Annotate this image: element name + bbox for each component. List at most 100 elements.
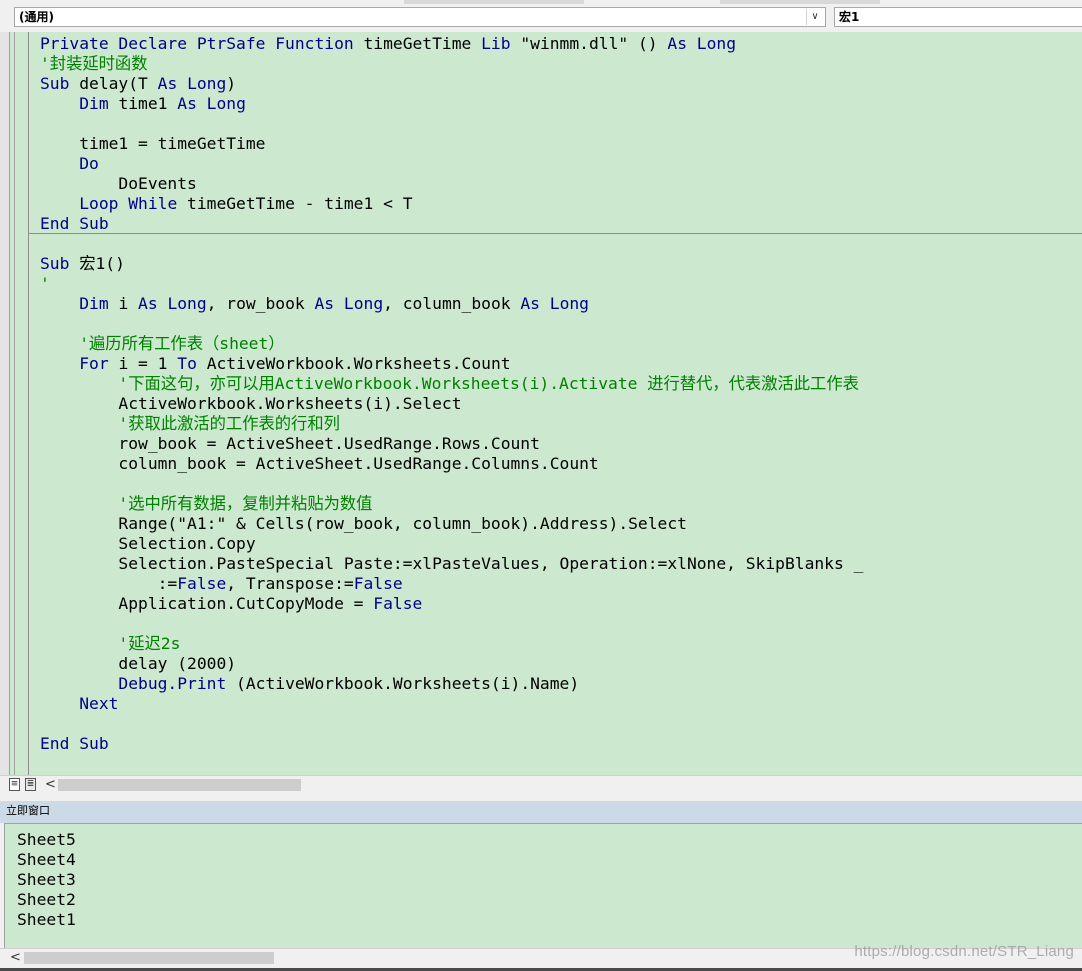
- immediate-line: Sheet4: [17, 850, 76, 869]
- code-line[interactable]: Debug.Print (ActiveWorkbook.Worksheets(i…: [40, 674, 863, 694]
- immediate-scrollbar-thumb[interactable]: [24, 952, 274, 964]
- code-line[interactable]: ': [40, 274, 863, 294]
- immediate-output: Sheet5 Sheet4 Sheet3 Sheet2 Sheet1: [17, 830, 76, 930]
- code-line[interactable]: Dim time1 As Long: [40, 94, 863, 114]
- code-line[interactable]: :=False, Transpose:=False: [40, 574, 863, 594]
- code-keyword: End Sub: [40, 214, 109, 233]
- code-keyword: As Long: [314, 294, 384, 313]
- code-token: ActiveWorkbook.Worksheets.Count: [206, 354, 511, 373]
- code-line[interactable]: '延迟2s: [40, 634, 863, 654]
- code-keyword: Sub: [40, 74, 80, 93]
- code-line[interactable]: [40, 614, 863, 634]
- code-token: Selection.Copy: [40, 534, 256, 553]
- code-keyword: For: [79, 354, 119, 373]
- code-token: "winmm.dll" (): [520, 34, 668, 53]
- code-token: i: [118, 294, 139, 313]
- toolbar-edge-strip-2: [720, 0, 880, 4]
- code-line[interactable]: End Sub: [40, 734, 863, 754]
- code-keyword: As Long: [177, 94, 246, 113]
- code-line[interactable]: End Sub: [40, 214, 863, 234]
- watermark-text: https://blog.csdn.net/STR_Liang: [854, 943, 1074, 960]
- scroll-left-icon[interactable]: <: [10, 950, 21, 965]
- code-keyword: As Long: [157, 74, 227, 93]
- code-line[interactable]: Range("A1:" & Cells(row_book, column_boo…: [40, 514, 863, 534]
- immediate-window-title: 立即窗口: [0, 801, 1082, 823]
- code-token: , row_book: [206, 294, 315, 313]
- code-keyword: Do: [79, 154, 99, 173]
- code-line[interactable]: For i = 1 To ActiveWorkbook.Worksheets.C…: [40, 354, 863, 374]
- code-line[interactable]: [40, 314, 863, 334]
- code-line[interactable]: Selection.PasteSpecial Paste:=xlPasteVal…: [40, 554, 863, 574]
- code-keyword: False: [373, 594, 423, 613]
- code-line[interactable]: time1 = timeGetTime: [40, 134, 863, 154]
- code-keyword: Debug.Print: [118, 674, 227, 693]
- code-token: delay (2000): [40, 654, 237, 673]
- code-line[interactable]: delay (2000): [40, 654, 863, 674]
- procedure-combo-value: 宏1: [839, 10, 860, 24]
- code-keyword: False: [353, 574, 403, 593]
- scroll-left-icon[interactable]: <: [45, 777, 56, 792]
- code-line[interactable]: Application.CutCopyMode = False: [40, 594, 863, 614]
- code-keyword: As Long: [138, 294, 207, 313]
- code-token: Application.CutCopyMode =: [40, 594, 374, 613]
- margin-indicator-bar[interactable]: [15, 32, 29, 775]
- code-line[interactable]: Sub delay(T As Long): [40, 74, 863, 94]
- code-line[interactable]: [40, 234, 863, 254]
- code-keyword: As Long: [520, 294, 589, 313]
- code-editor[interactable]: Private Declare PtrSafe Function timeGet…: [0, 32, 1082, 775]
- code-line[interactable]: [40, 714, 863, 734]
- code-line[interactable]: [40, 114, 863, 134]
- code-line[interactable]: DoEvents: [40, 174, 863, 194]
- code-token: Selection.PasteSpecial Paste:=xlPasteVal…: [40, 554, 864, 573]
- code-token: i = 1: [118, 354, 178, 373]
- code-text[interactable]: Private Declare PtrSafe Function timeGet…: [40, 34, 863, 754]
- code-line[interactable]: '封装延时函数: [40, 54, 863, 74]
- code-token: , Transpose:=: [226, 574, 354, 593]
- code-line[interactable]: [40, 474, 863, 494]
- immediate-line: Sheet1: [17, 910, 76, 929]
- code-keyword: False: [177, 574, 227, 593]
- code-token: timeGetTime: [363, 34, 482, 53]
- code-line[interactable]: Sub 宏1(): [40, 254, 863, 274]
- immediate-window[interactable]: Sheet5 Sheet4 Sheet3 Sheet2 Sheet1: [4, 823, 1082, 948]
- code-line[interactable]: Selection.Copy: [40, 534, 863, 554]
- code-keyword: Sub: [40, 254, 80, 273]
- code-keyword: Lib: [481, 34, 521, 53]
- code-comment: ': [40, 274, 50, 293]
- code-line[interactable]: column_book = ActiveSheet.UsedRange.Colu…: [40, 454, 863, 474]
- procedure-view-icon[interactable]: ≡: [9, 778, 20, 791]
- procedure-combo[interactable]: 宏1: [834, 7, 1082, 27]
- code-comment: '选中所有数据，复制并粘贴为数值: [118, 494, 373, 513]
- code-token: timeGetTime - time1 < T: [187, 194, 413, 213]
- horizontal-scrollbar-thumb[interactable]: [58, 779, 301, 791]
- object-combo[interactable]: (通用) ∨: [14, 7, 826, 27]
- code-line[interactable]: '获取此激活的工作表的行和列: [40, 414, 863, 434]
- code-keyword: Next: [79, 694, 119, 713]
- code-token: 宏1(): [79, 254, 125, 273]
- code-line[interactable]: Loop While timeGetTime - time1 < T: [40, 194, 863, 214]
- code-line[interactable]: Private Declare PtrSafe Function timeGet…: [40, 34, 863, 54]
- code-token: T: [138, 74, 158, 93]
- code-line[interactable]: '选中所有数据，复制并粘贴为数值: [40, 494, 863, 514]
- code-token: time1 = timeGetTime: [40, 134, 266, 153]
- code-window-toolbar: (通用) ∨ 宏1: [0, 0, 1082, 33]
- code-keyword: Loop While: [79, 194, 188, 213]
- code-line[interactable]: ActiveWorkbook.Worksheets(i).Select: [40, 394, 863, 414]
- code-window-statusbar: ≡ ≣ <: [0, 775, 1082, 796]
- code-line[interactable]: '遍历所有工作表（sheet）: [40, 334, 863, 354]
- chevron-down-icon[interactable]: ∨: [806, 9, 823, 25]
- toolbar-edge-strip: [404, 0, 584, 4]
- code-line[interactable]: Do: [40, 154, 863, 174]
- code-line[interactable]: Dim i As Long, row_book As Long, column_…: [40, 294, 863, 314]
- immediate-line: Sheet3: [17, 870, 76, 889]
- code-line[interactable]: row_book = ActiveSheet.UsedRange.Rows.Co…: [40, 434, 863, 454]
- code-line[interactable]: Next: [40, 694, 863, 714]
- full-module-view-icon[interactable]: ≣: [25, 778, 36, 791]
- code-line[interactable]: '下面这句，亦可以用ActiveWorkbook.Worksheets(i).A…: [40, 374, 863, 394]
